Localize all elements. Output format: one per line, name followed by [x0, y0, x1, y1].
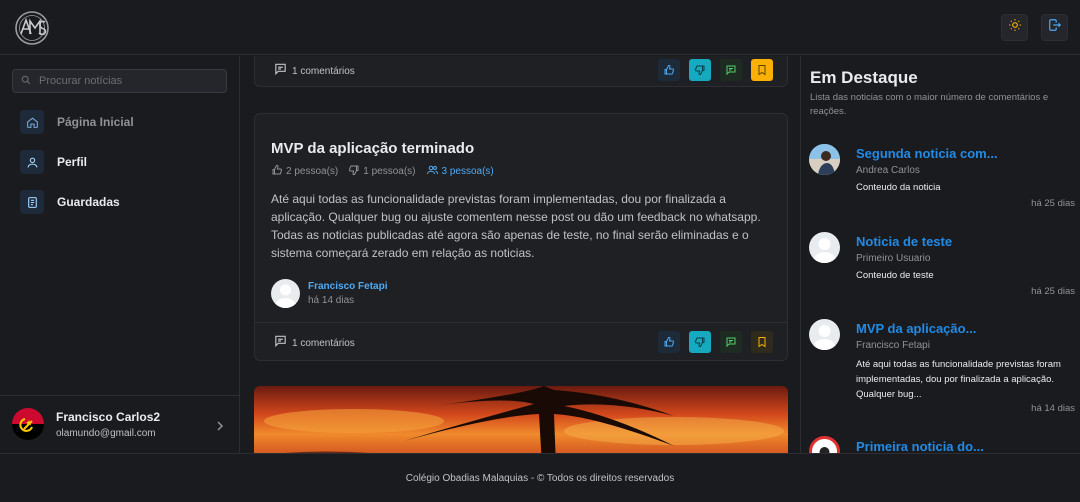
- featured-subtitle: Lista das noticias com o maior número de…: [810, 92, 1049, 117]
- logout-button[interactable]: [1041, 14, 1068, 41]
- home-icon: [20, 110, 44, 134]
- search-input[interactable]: [39, 75, 219, 87]
- featured-item-time: há 25 dias: [1031, 198, 1075, 209]
- news-card: [254, 386, 788, 453]
- thumb-down-icon: [348, 164, 360, 179]
- bookmark-button[interactable]: [751, 331, 773, 353]
- featured-avatar: [809, 319, 840, 350]
- like-button[interactable]: [658, 59, 680, 81]
- featured-avatar: [809, 436, 840, 453]
- featured-avatar: [809, 232, 840, 263]
- comments-count: 1 comentários: [292, 66, 355, 77]
- comment-icon: [273, 334, 288, 353]
- bookmark-icon: [758, 337, 766, 348]
- users-icon: [426, 164, 439, 179]
- author-name[interactable]: Francisco Fetapi: [308, 281, 387, 292]
- thumb-up-icon: [271, 164, 283, 179]
- sidebar: Página Inicial Perfil Guardadas Francisc…: [0, 56, 240, 453]
- featured-item-excerpt: Conteudo de teste: [856, 270, 934, 281]
- post-title[interactable]: MVP da aplicação terminado: [271, 140, 474, 157]
- thumb-down-icon: [694, 337, 705, 348]
- top-bar: [0, 0, 1080, 55]
- user-name: Francisco Carlos2: [56, 410, 161, 424]
- footer: Colégio Obadias Malaquias - © Todos os d…: [0, 453, 1080, 502]
- search-box[interactable]: [12, 69, 227, 93]
- sidebar-item-profile[interactable]: Perfil: [20, 150, 230, 174]
- thumb-up-icon: [664, 64, 675, 75]
- sidebar-item-saved[interactable]: Guardadas: [20, 190, 230, 214]
- comment-button[interactable]: [720, 331, 742, 353]
- featured-panel: Em Destaque Lista das noticias com o mai…: [800, 56, 1080, 453]
- user-email: olamundo@gmail.com: [56, 428, 156, 439]
- featured-item-title[interactable]: MVP da aplicação...: [856, 321, 976, 336]
- logout-icon: [1048, 18, 1062, 37]
- comments-link[interactable]: 1 comentários: [273, 62, 355, 81]
- featured-item-excerpt: Conteudo da noticia: [856, 182, 941, 193]
- featured-item-title[interactable]: Primeira noticia do...: [856, 439, 984, 453]
- featured-item-time: há 25 dias: [1031, 286, 1075, 297]
- comment-button[interactable]: [720, 59, 742, 81]
- viewers-count[interactable]: 3 pessoa(s): [442, 166, 494, 177]
- footer-text: Colégio Obadias Malaquias - © Todos os d…: [405, 472, 675, 484]
- featured-item-title[interactable]: Segunda noticia com...: [856, 146, 998, 161]
- sidebar-item-label: Perfil: [57, 155, 88, 169]
- featured-item-title[interactable]: Noticia de teste: [856, 234, 952, 249]
- dislike-button[interactable]: [689, 59, 711, 81]
- user-profile-button[interactable]: Francisco Carlos2 olamundo@gmail.com: [0, 395, 240, 453]
- theme-toggle-button[interactable]: [1001, 14, 1028, 41]
- post-time: há 14 dias: [308, 295, 355, 306]
- card-actions: [658, 59, 773, 81]
- comments-count: 1 comentários: [292, 338, 355, 349]
- featured-item-time: há 14 dias: [1031, 403, 1075, 414]
- news-card: MVP da aplicação terminado 2 pessoa(s) 1…: [254, 113, 788, 361]
- featured-item-excerpt: Até aqui todas as funcionalidade previst…: [856, 359, 1061, 400]
- sunset-palm-image: [254, 386, 788, 453]
- news-feed: 1 comentários MVP da aplicação terminado…: [241, 56, 799, 453]
- sidebar-item-label: Página Inicial: [57, 115, 134, 129]
- likes-count: 2 pessoa(s): [286, 166, 339, 177]
- angola-flag-avatar: [12, 408, 44, 440]
- sidebar-item-label: Guardadas: [57, 195, 120, 209]
- like-button[interactable]: [658, 331, 680, 353]
- dislikes-count: 1 pessoa(s): [363, 166, 416, 177]
- featured-item-author: Francisco Fetapi: [856, 340, 930, 351]
- featured-item-author: Andrea Carlos: [856, 165, 920, 176]
- comment-icon: [726, 65, 736, 76]
- news-card: 1 comentários: [254, 56, 788, 87]
- featured-avatar: [809, 144, 840, 175]
- thumb-up-icon: [664, 336, 675, 347]
- bookmark-icon: [758, 65, 766, 76]
- featured-item-author: Primeiro Usuario: [856, 253, 931, 264]
- school-seal-logo[interactable]: [12, 10, 52, 46]
- divider: [255, 322, 787, 323]
- search-icon: [21, 72, 31, 90]
- comment-icon: [273, 62, 288, 81]
- user-icon: [20, 150, 44, 174]
- bookmark-button[interactable]: [751, 59, 773, 81]
- comment-icon: [726, 337, 736, 348]
- sun-icon: [1008, 18, 1022, 37]
- chevron-right-icon: [216, 418, 224, 436]
- author-avatar[interactable]: [271, 279, 300, 308]
- post-body: Até aqui todas as funcionalidade previst…: [271, 192, 761, 260]
- thumb-down-icon: [694, 65, 705, 76]
- sidebar-item-home[interactable]: Página Inicial: [20, 110, 230, 134]
- featured-title: Em Destaque: [810, 68, 918, 87]
- post-reactions: 2 pessoa(s) 1 pessoa(s) 3 pessoa(s): [271, 164, 494, 179]
- dislike-button[interactable]: [689, 331, 711, 353]
- bookmark-list-icon: [20, 190, 44, 214]
- comments-link[interactable]: 1 comentários: [273, 334, 355, 353]
- card-actions: [658, 331, 773, 353]
